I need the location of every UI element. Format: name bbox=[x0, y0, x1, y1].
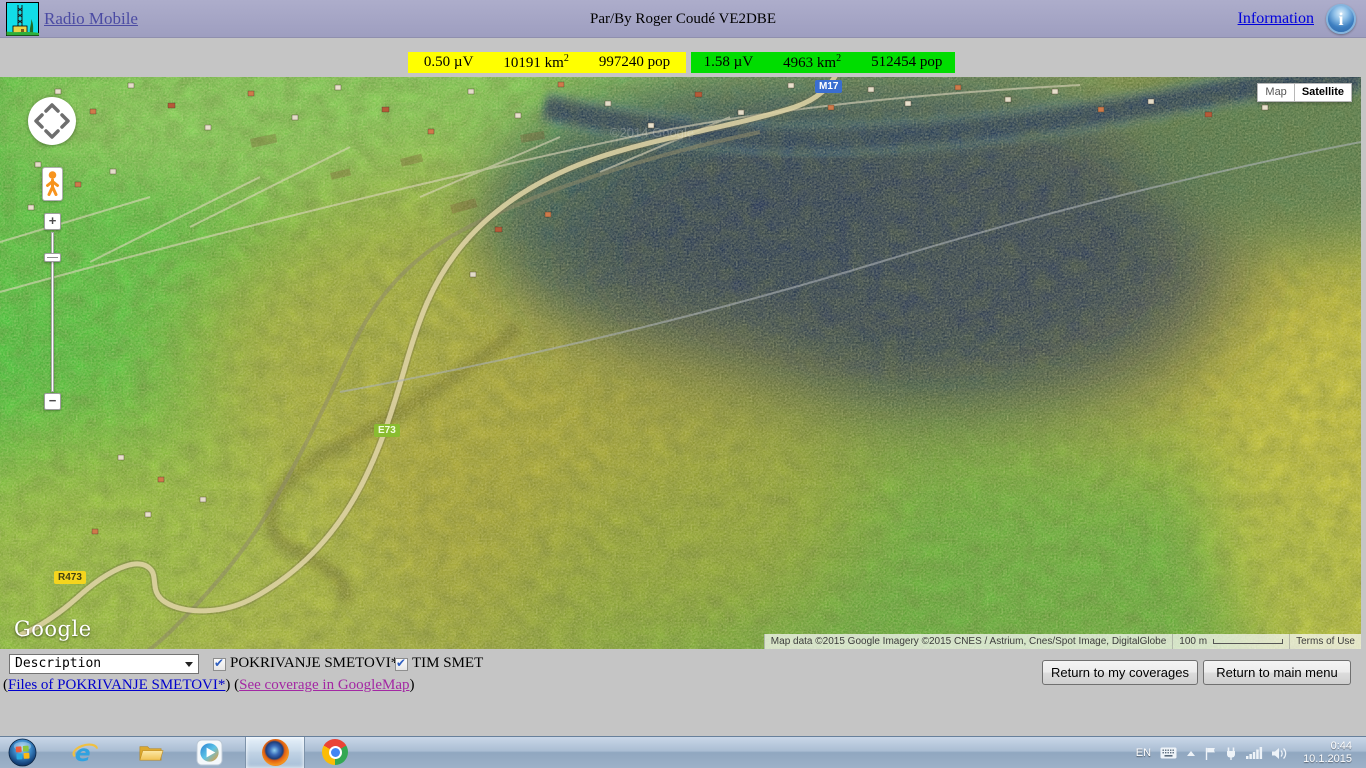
links-row: (Files of POKRIVANJE SMETOVI*) (See cove… bbox=[3, 677, 415, 694]
checkbox-label: POKRIVANJE SMETOVI* bbox=[230, 655, 398, 672]
power-plug-icon[interactable] bbox=[1225, 747, 1237, 760]
control-panel: Description POKRIVANJE SMETOVI* TIM SMET… bbox=[0, 649, 1366, 736]
legend-population: 512454 pop bbox=[871, 54, 942, 71]
google-watermark: ©2014 Google bbox=[610, 125, 694, 140]
keyboard-icon[interactable] bbox=[1160, 747, 1177, 759]
street-view-pegman[interactable] bbox=[42, 167, 63, 201]
page-title: Par/By Roger Coudé VE2DBE bbox=[0, 11, 1366, 28]
clock-date: 10.1.2015 bbox=[1303, 753, 1352, 766]
language-indicator[interactable]: EN bbox=[1136, 747, 1151, 759]
chrome-icon[interactable] bbox=[322, 739, 349, 766]
satellite-imagery bbox=[0, 77, 1361, 649]
road-badge-m17: M17 bbox=[815, 80, 842, 93]
pan-up-icon bbox=[46, 105, 58, 111]
show-hidden-icons-arrow[interactable] bbox=[1186, 750, 1196, 757]
windows-taskbar: e EN bbox=[0, 736, 1366, 768]
pegman-icon bbox=[45, 170, 60, 198]
network-signal-icon[interactable] bbox=[1246, 747, 1263, 759]
information-link[interactable]: Information bbox=[1238, 10, 1314, 28]
firefox-icon bbox=[262, 739, 289, 766]
coverage-legend-yellow: 0.50 µV 10191 km2 997240 pop bbox=[408, 52, 686, 73]
map-type-map-button[interactable]: Map bbox=[1257, 83, 1293, 102]
internet-explorer-icon[interactable]: e bbox=[72, 739, 99, 766]
pan-left-icon bbox=[36, 115, 42, 127]
checkbox-tim-smet[interactable] bbox=[395, 658, 408, 671]
google-logo[interactable]: Google bbox=[14, 617, 92, 641]
legend-area: 4963 km2 bbox=[783, 53, 841, 72]
pan-right-icon bbox=[62, 115, 68, 127]
chevron-down-icon bbox=[185, 662, 193, 667]
firefox-taskbar-button[interactable] bbox=[245, 737, 305, 768]
road-badge-e73: E73 bbox=[374, 424, 400, 437]
app-header: Radio Mobile Par/By Roger Coudé VE2DBE I… bbox=[0, 0, 1366, 38]
return-to-main-menu-button[interactable]: Return to main menu bbox=[1203, 660, 1351, 685]
coverage-legend-green: 1.58 µV 4963 km2 512454 pop bbox=[691, 52, 955, 73]
legend-signal: 1.58 µV bbox=[704, 54, 753, 71]
checkbox-label: TIM SMET bbox=[412, 655, 483, 672]
system-tray: EN bbox=[1136, 737, 1352, 768]
info-icon[interactable]: i bbox=[1326, 4, 1356, 34]
scale-bracket-icon bbox=[1213, 639, 1283, 644]
legend-area: 10191 km2 bbox=[503, 53, 568, 72]
start-button[interactable] bbox=[8, 738, 37, 767]
map-canvas[interactable]: + − Map Satellite M17 E73 R473 ©2014 Goo… bbox=[0, 77, 1361, 649]
terms-of-use-link[interactable]: Terms of Use bbox=[1289, 634, 1361, 649]
action-center-flag-icon[interactable] bbox=[1205, 747, 1216, 760]
zoom-slider-handle[interactable] bbox=[44, 253, 61, 262]
description-select[interactable]: Description bbox=[9, 654, 199, 674]
files-link[interactable]: Files of POKRIVANJE SMETOVI* bbox=[8, 677, 225, 693]
pan-down-icon bbox=[46, 131, 58, 137]
windows-explorer-icon[interactable] bbox=[137, 739, 164, 766]
legend-signal: 0.50 µV bbox=[424, 54, 473, 71]
googlemap-coverage-link[interactable]: See coverage in GoogleMap bbox=[239, 677, 409, 693]
checkbox-pokrivanje-smetovi[interactable] bbox=[213, 658, 226, 671]
map-type-satellite-button[interactable]: Satellite bbox=[1294, 83, 1352, 102]
zoom-in-button[interactable]: + bbox=[44, 213, 61, 230]
map-type-controls: Map Satellite bbox=[1257, 83, 1352, 102]
map-attribution-bar: Map data ©2015 Google Imagery ©2015 CNES… bbox=[764, 634, 1361, 649]
volume-icon[interactable] bbox=[1272, 747, 1288, 760]
media-player-icon[interactable] bbox=[196, 739, 223, 766]
map-scale: 100 m bbox=[1172, 634, 1289, 649]
clock-time: 0:44 bbox=[1303, 740, 1352, 753]
return-to-coverages-button[interactable]: Return to my coverages bbox=[1042, 660, 1198, 685]
legend-population: 997240 pop bbox=[599, 54, 670, 71]
map-attribution-text: Map data ©2015 Google Imagery ©2015 CNES… bbox=[764, 634, 1173, 649]
taskbar-clock[interactable]: 0:44 10.1.2015 bbox=[1303, 740, 1352, 766]
pan-control[interactable] bbox=[28, 97, 76, 145]
road-badge-r473: R473 bbox=[54, 571, 86, 584]
zoom-out-button[interactable]: − bbox=[44, 393, 61, 410]
